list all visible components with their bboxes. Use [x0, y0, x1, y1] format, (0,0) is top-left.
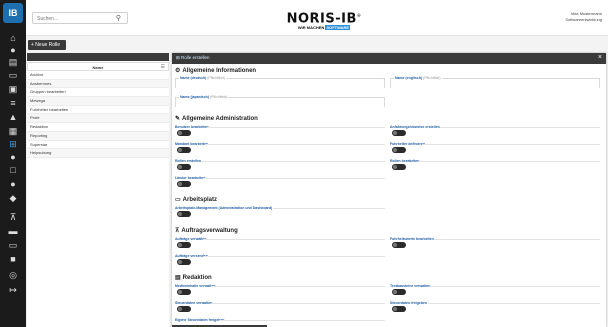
dialog-header: ⊞ Rolle erstellen × [172, 53, 606, 64]
list-item[interactable]: Gruppen bearbeiten [27, 88, 169, 98]
perm-steuerdaten: Steuerdaten verwalten [175, 301, 385, 317]
perm-benutzer: Benutzer bearbeiten [175, 125, 385, 141]
perm-textbausteine: Textbausteine verwalten [390, 284, 600, 300]
toggle-switch[interactable] [392, 289, 406, 295]
list-item[interactable]: Superstar [27, 140, 169, 150]
toggle-switch[interactable] [392, 242, 406, 248]
perm-steuerdaten-freigabe: Steuerdaten freigeben [390, 301, 600, 317]
lock-icon[interactable]: ■ [7, 254, 19, 264]
perm-fuhrheitswerte: Fuhrheitswerte bearbeiten [390, 237, 600, 253]
user-info[interactable]: Max Mustermann Softwareentwicklung [565, 11, 602, 23]
tools-icon: ✎ [175, 116, 181, 122]
perm-arbeitsplatz: Arbeitsplatz-Management (Administration … [175, 206, 385, 222]
list-item[interactable]: Archive [27, 71, 169, 80]
perm-rollen-erstellen: Rollen erstellen [175, 159, 385, 175]
desktop-icon: ▭ [175, 197, 181, 203]
list-item[interactable]: Redaktion [27, 123, 169, 132]
toggle-switch[interactable] [177, 147, 191, 153]
users-icon[interactable]: ● [7, 45, 19, 55]
section-general: ⚙ Allgemeine Informationen [175, 68, 257, 74]
toggle-switch[interactable] [177, 181, 191, 187]
filter-icon[interactable]: ☰ [161, 64, 165, 70]
user-role: Softwareentwicklung [565, 17, 602, 22]
tag-icon[interactable]: ◆ [7, 193, 19, 203]
section-editorial: ▤ Redaktion [175, 275, 212, 281]
folder-icon[interactable]: ▭ [7, 240, 19, 250]
brand-name: NORIS-IB [286, 11, 357, 27]
toggle-switch[interactable] [177, 242, 191, 248]
upload-icon[interactable]: ▲ [7, 112, 19, 122]
toggle-switch[interactable] [177, 164, 191, 170]
dialog-title: ⊞ Rolle erstellen [176, 55, 210, 60]
list-item[interactable]: Reporting [27, 131, 169, 141]
name-jp-field[interactable]: Name (japanisch) (Pflichtfeld) [175, 95, 385, 107]
toggle-switch[interactable] [177, 289, 191, 295]
logout-icon[interactable]: ↦ [7, 285, 19, 295]
perm-fuhrheiter: Fuhrheiter definieren [390, 142, 600, 158]
name-en-field[interactable]: Name (englisch) (Pflichtfeld) [390, 76, 600, 88]
list-column-header[interactable]: Name ☰ [27, 62, 169, 71]
toggle-switch[interactable] [392, 164, 406, 170]
list-item[interactable]: Helpsubung [27, 149, 169, 158]
layer-icon[interactable]: ▬ [7, 226, 19, 236]
perm-auftrage-verwalten: Aufträge verwalten [175, 237, 385, 253]
home-icon[interactable]: ⌂ [7, 33, 19, 43]
top-header: ⚲ NORIS-IB® WIR MACHEN SOFTWARE Max Must… [26, 0, 608, 36]
perm-lander: Länder bearbeiten [175, 176, 385, 192]
add-role-button[interactable]: + Neue Rolle [28, 40, 66, 50]
perm-medien: Medieninhalte verwalten [175, 284, 385, 300]
perm-mandant: Mandant bearbeiten [175, 142, 385, 158]
create-role-dialog: ⊞ Rolle erstellen × ⚙ Allgemeine Informat… [172, 53, 606, 327]
toggle-switch[interactable] [177, 306, 191, 312]
list-item[interactable]: Fuhrheiter bearbeiten [27, 105, 169, 115]
circle-icon[interactable]: ● [7, 179, 19, 189]
list-item[interactable]: Mewega [27, 97, 169, 106]
shopping-cart-icon: ⊼ [175, 228, 180, 234]
toggle-switch[interactable] [392, 147, 406, 153]
toggle-switch[interactable] [177, 130, 191, 136]
section-workplace: ▭ Arbeitsplatz [175, 197, 218, 203]
search-icon[interactable]: ⚲ [116, 14, 121, 22]
list-filter-bar[interactable] [27, 53, 169, 61]
section-orders: ⊼ Auftragsverwaltung [175, 228, 238, 234]
brand-logo: NORIS-IB® WIR MACHEN SOFTWARE [284, 9, 364, 31]
left-icon-rail: IB ⌂ ● ▤ ▭ ▣ ≡ ▲ ▦ ⊞ ● □ ● ◆ ⊼ ▬ ▭ ■ ◎ ↦ [0, 0, 26, 327]
close-icon[interactable]: × [598, 54, 602, 61]
shopping-cart-icon[interactable]: ⊼ [7, 212, 19, 222]
name-de-field[interactable]: Name (deutsch) (Pflichtfeld) [175, 76, 385, 88]
gear-icon: ⚙ [175, 68, 181, 74]
calendar-icon[interactable]: ▦ [7, 126, 19, 136]
newspaper-icon: ▤ [175, 275, 181, 281]
toggle-switch[interactable] [392, 306, 406, 312]
toggle-switch[interactable] [177, 259, 191, 265]
desktop-icon[interactable]: ▣ [7, 84, 19, 94]
menu-icon[interactable]: ▤ [7, 57, 19, 67]
list-item[interactable]: Profe [27, 114, 169, 124]
perm-rollen-bearbeiten: Rollen bearbeiten [390, 159, 600, 175]
car-icon[interactable]: ▭ [7, 70, 19, 80]
section-admin: ✎ Allgemeine Administration [175, 116, 258, 122]
bars-icon[interactable]: ≡ [7, 98, 19, 108]
app-logo[interactable]: IB [3, 3, 23, 23]
search-box[interactable]: ⚲ [32, 12, 128, 24]
list-item[interactable]: Ansbernnes [27, 79, 169, 89]
user-icon[interactable]: ● [7, 152, 19, 162]
toggle-switch[interactable] [392, 130, 406, 136]
toggle-switch[interactable] [177, 211, 191, 217]
perm-anwesenheit: Anfahrungshinweise erstellen [390, 125, 600, 141]
clock-icon[interactable]: ◎ [7, 270, 19, 280]
column-name-label: Name [92, 65, 104, 70]
sitemap-icon[interactable]: ⊞ [7, 139, 19, 149]
brand-registered-mark: ® [356, 13, 362, 18]
search-input[interactable] [37, 15, 107, 22]
perm-auftrage-versenden: Aufträge versenden [175, 254, 385, 270]
box-icon[interactable]: □ [7, 165, 19, 175]
role-list-panel: Name ☰ Archive Ansbernnes Gruppen bearbe… [27, 53, 169, 327]
